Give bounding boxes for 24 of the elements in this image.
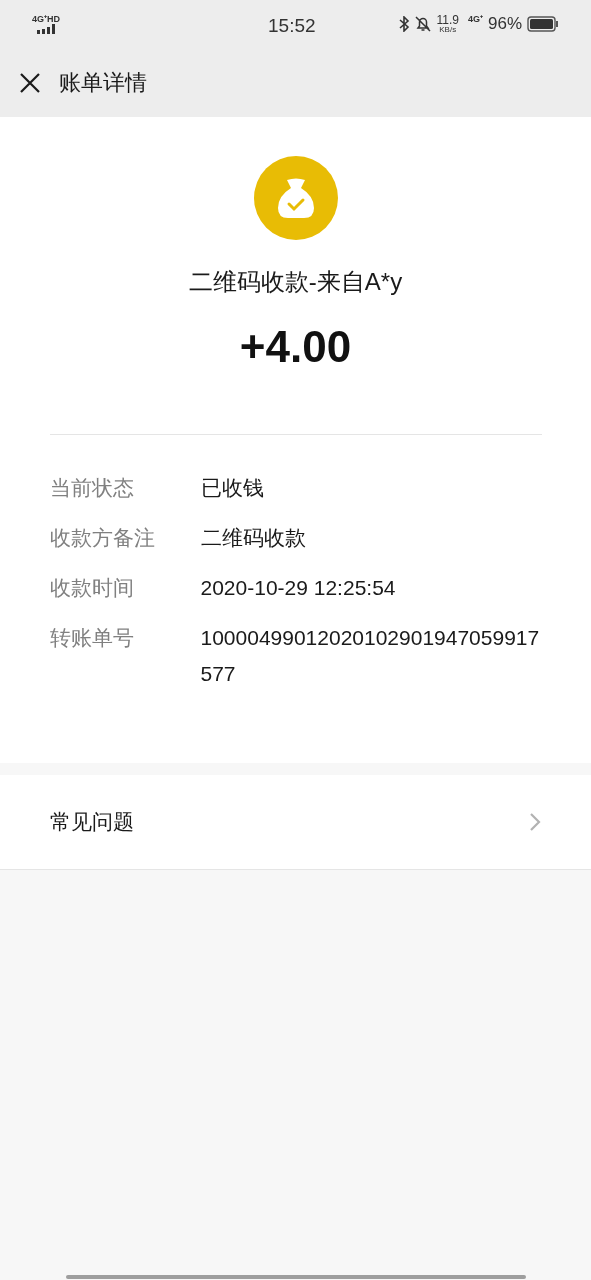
money-bag-icon <box>253 156 338 240</box>
page-title: 账单详情 <box>59 69 147 97</box>
detail-value: 已收钱 <box>200 475 265 501</box>
battery-icon <box>527 16 559 32</box>
bluetooth-icon <box>399 16 411 32</box>
detail-value: 10000499012020102901947059917577 <box>200 625 541 687</box>
network-label: 4G⁺ <box>467 13 483 27</box>
speed-value: 11.9 <box>436 14 459 26</box>
detail-label: 转账单号 <box>49 625 135 651</box>
detail-label: 当前状态 <box>49 475 135 501</box>
transaction-title: 二维码收款-来自A*y <box>188 267 403 297</box>
amount: +4.00 <box>239 321 352 373</box>
detail-value: 2020-10-29 12:25:54 <box>200 575 397 601</box>
faq-row[interactable]: 常见问题 <box>0 775 591 870</box>
detail-value: 二维码收款 <box>200 525 307 551</box>
clock: 15:52 <box>268 14 316 38</box>
detail-label: 收款方备注 <box>49 525 156 551</box>
close-icon[interactable] <box>19 71 41 94</box>
detail-label: 收款时间 <box>49 575 135 601</box>
bell-off-icon <box>415 16 432 32</box>
battery-percent: 96% <box>487 13 522 36</box>
chevron-right-icon <box>529 812 541 832</box>
network-label: 4G⁺HD <box>32 14 60 24</box>
speed-unit: KB/s <box>439 26 457 34</box>
